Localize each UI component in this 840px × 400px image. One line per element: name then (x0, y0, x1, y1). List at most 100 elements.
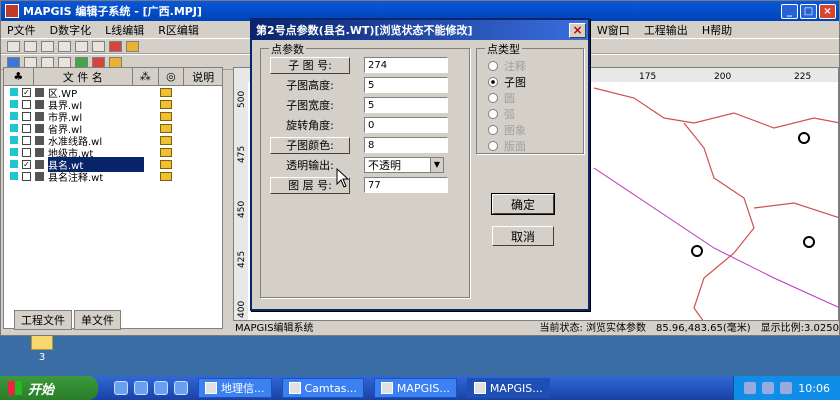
ok-button[interactable]: 确定 (491, 193, 555, 215)
point-params-dialog: 第2号点参数(县名.WT)[浏览状态不能修改] × 点参数 点类型 确定 取消 … (250, 18, 590, 311)
task-mapgis-2[interactable]: MAPGIS... (466, 378, 550, 398)
menu-window[interactable]: W窗口 (597, 22, 630, 38)
paste-icon[interactable] (58, 56, 71, 68)
file-checkbox[interactable] (22, 123, 31, 133)
file-checkbox[interactable]: ✓ (22, 87, 31, 97)
edit-state-icon[interactable] (160, 171, 172, 181)
cut-icon[interactable] (24, 56, 37, 68)
menu-line-edit[interactable]: L线编辑 (105, 22, 144, 38)
param-input[interactable]: 77 (364, 177, 448, 193)
help-icon[interactable] (126, 40, 139, 52)
ruler-top-label-3: 225 (794, 72, 811, 82)
param-input[interactable]: 0 (364, 117, 448, 133)
media-icon[interactable] (134, 381, 148, 395)
color-swatch (10, 112, 18, 120)
point-type-option[interactable]: 子图 (488, 74, 526, 90)
edit-state-icon[interactable] (160, 111, 172, 121)
desktop-icon-label: 3 (38, 352, 46, 363)
start-button[interactable]: 开始 (0, 376, 98, 400)
task-mapgis-1[interactable]: MAPGIS... (373, 378, 457, 398)
county-point-2[interactable] (691, 245, 703, 257)
transparency-select[interactable]: 不透明 ▼ (364, 157, 444, 173)
file-icon (35, 147, 44, 157)
file-checkbox[interactable] (22, 171, 31, 181)
tray-icon-1[interactable] (744, 382, 757, 394)
browser-icon[interactable] (114, 381, 128, 395)
file-checkbox[interactable] (22, 135, 31, 145)
county-point-3[interactable] (803, 236, 815, 248)
tray-icon-3[interactable] (780, 382, 793, 394)
param-label[interactable]: 子图颜色: (270, 136, 350, 154)
paint-icon[interactable] (109, 40, 122, 52)
status-coords: 85.96,483.65(毫米) (656, 322, 751, 334)
menu-file[interactable]: P文件 (7, 22, 36, 38)
edit-state-icon[interactable] (160, 99, 172, 109)
tab-project-file[interactable]: 工程文件 (14, 310, 72, 330)
file-checkbox[interactable]: ✓ (22, 159, 31, 169)
file-checkbox[interactable] (22, 147, 31, 157)
open-icon[interactable] (24, 40, 37, 52)
menu-project-output[interactable]: 工程输出 (644, 22, 688, 38)
desktop-icon[interactable] (154, 381, 168, 395)
layer-icon[interactable] (109, 56, 122, 68)
maximize-button[interactable]: □ (800, 3, 817, 19)
panel-tabs: 工程文件 单文件 (14, 310, 121, 330)
task-icon (288, 382, 301, 394)
radio-icon[interactable] (488, 77, 498, 87)
point-type-option: 版面 (488, 138, 526, 154)
print-icon[interactable] (75, 40, 88, 52)
dialog-title-bar: 第2号点参数(县名.WT)[浏览状态不能修改] × (252, 20, 588, 40)
option-label: 图象 (504, 124, 526, 137)
tab-single-file[interactable]: 单文件 (74, 310, 121, 330)
param-label: 旋转角度: (286, 119, 334, 132)
task-label: 地理信... (221, 382, 265, 395)
color-swatch (10, 100, 18, 108)
close-button[interactable]: × (819, 3, 836, 19)
param-input[interactable]: 8 (364, 137, 448, 153)
county-point-1[interactable] (798, 132, 810, 144)
param-label[interactable]: 子 图 号: (270, 56, 350, 74)
zoom-icon[interactable] (75, 56, 88, 68)
app-icon (5, 4, 19, 18)
header-file-name[interactable]: 文 件 名 (34, 68, 133, 85)
clock[interactable]: 10:06 (798, 382, 830, 395)
cancel-button[interactable]: 取消 (492, 226, 554, 246)
dialog-close-button[interactable]: × (569, 22, 586, 38)
param-input[interactable]: 5 (364, 77, 448, 93)
desktop-folder-icon[interactable]: 3 (24, 332, 60, 372)
save-all-icon[interactable] (58, 40, 71, 52)
chevron-down-icon[interactable]: ▼ (430, 158, 443, 172)
task-label: MAPGIS... (396, 381, 450, 395)
menu-digitize[interactable]: D数字化 (50, 22, 91, 38)
task-camtasia[interactable]: Camtas... (281, 378, 364, 398)
minimize-button[interactable]: _ (781, 3, 798, 19)
undo-icon[interactable] (92, 40, 105, 52)
edit-state-icon[interactable] (160, 159, 172, 169)
copy-icon[interactable] (41, 56, 54, 68)
edit-state-icon[interactable] (160, 147, 172, 157)
task-geo-info[interactable]: 地理信... (198, 378, 272, 398)
folder-quick-icon[interactable] (174, 381, 188, 395)
param-input[interactable]: 5 (364, 97, 448, 113)
param-row: 子 图 号: 274 (270, 56, 448, 74)
tray-icon-2[interactable] (762, 382, 775, 394)
pen-icon[interactable] (7, 56, 20, 68)
select-icon[interactable] (92, 56, 105, 68)
file-row[interactable]: 县名注释.wt (4, 170, 222, 184)
header-status-col: ⁂ (133, 68, 159, 85)
edit-state-icon[interactable] (160, 135, 172, 145)
edit-state-icon[interactable] (160, 87, 172, 97)
edit-state-icon[interactable] (160, 123, 172, 133)
header-description[interactable]: 说明 (184, 68, 222, 85)
boundary-line-4 (753, 202, 838, 218)
file-checkbox[interactable] (22, 111, 31, 121)
file-checkbox[interactable] (22, 99, 31, 109)
file-icon (35, 99, 44, 109)
menu-region-edit[interactable]: R区编辑 (158, 22, 199, 38)
param-input[interactable]: 274 (364, 57, 448, 73)
new-icon[interactable] (7, 40, 20, 52)
menu-help[interactable]: H帮助 (702, 22, 732, 38)
file-icon (35, 123, 44, 133)
save-icon[interactable] (41, 40, 54, 52)
param-label: 子图宽度: (286, 99, 334, 112)
